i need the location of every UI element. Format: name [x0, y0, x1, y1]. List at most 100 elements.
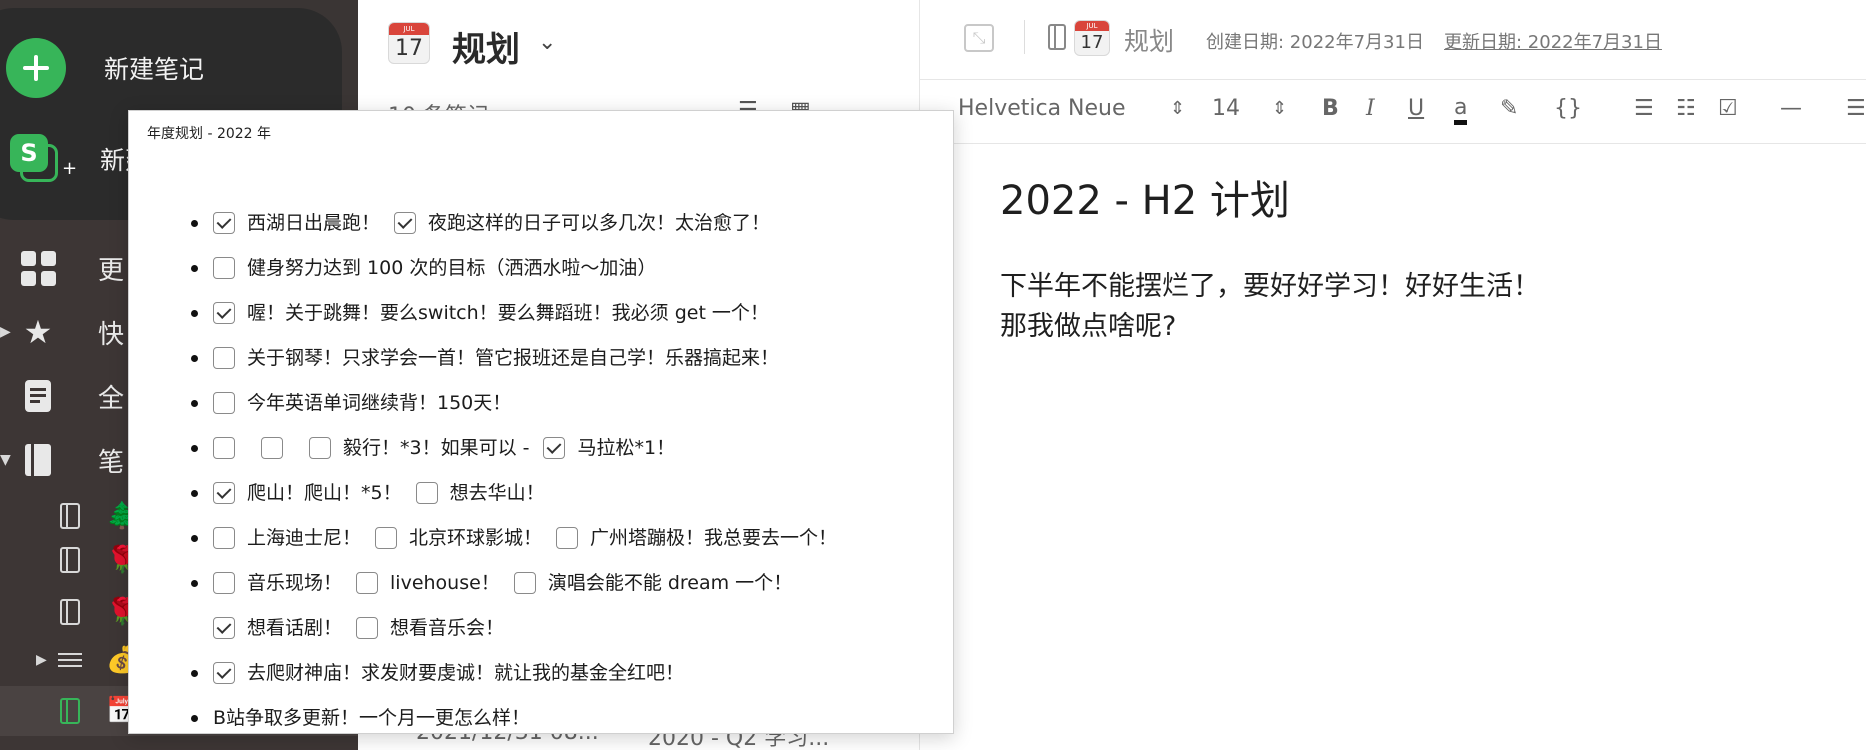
unchecked-checkbox[interactable] — [213, 437, 235, 459]
todo-segment: 今年英语单词继续背！150天！ — [213, 383, 511, 423]
bullet-list-icon[interactable]: ☰ — [1634, 96, 1654, 121]
bold-button[interactable]: B — [1322, 96, 1339, 121]
star-icon: ★ — [23, 313, 53, 351]
font-size-select[interactable]: 14 — [1212, 96, 1240, 121]
checked-checkbox[interactable] — [213, 617, 235, 639]
unchecked-checkbox[interactable] — [375, 527, 398, 549]
checked-checkbox[interactable] — [543, 437, 566, 459]
unchecked-checkbox[interactable] — [356, 572, 379, 594]
unchecked-checkbox[interactable] — [513, 572, 536, 594]
todo-text: 去爬财神庙！求发财要虔诚！就让我的基金全红吧！ — [247, 662, 685, 684]
notebook-icon — [60, 547, 80, 573]
unchecked-checkbox[interactable] — [213, 527, 235, 549]
todo-list: 西湖日出晨跑！ 夜跑这样的日子可以多几次！太治愈了！ 健身努力达到 100 次的目标… — [191, 203, 933, 733]
todo-item: 音乐现场！ livehouse！ 演唱会能不能 dream 一个！ 想看话剧！ 想看音乐… — [191, 563, 933, 653]
todo-segment: 想看话剧！ — [213, 608, 342, 648]
checked-checkbox[interactable] — [213, 662, 235, 684]
chevron-right-icon[interactable]: ▶ — [0, 324, 11, 340]
more-icon[interactable]: ☰ — [1846, 96, 1866, 121]
unchecked-checkbox[interactable] — [213, 392, 235, 414]
highlighter-icon[interactable]: ✎ — [1500, 96, 1518, 121]
popup-title: 年度规划 - 2022 年 — [147, 126, 272, 142]
notebook-title[interactable]: 规划 — [452, 22, 520, 71]
updated-date[interactable]: 更新日期: 2022年7月31日 — [1444, 28, 1662, 54]
divider-icon[interactable]: — — [1780, 96, 1802, 121]
checked-checkbox[interactable] — [213, 482, 235, 504]
todo-item: 关于钢琴！只求学会一首！管它报班还是自己学！乐器搞起来！ — [191, 338, 933, 383]
new-note-label: 新建笔记 — [104, 55, 205, 84]
todo-text: 毅行！*3！如果可以 - — [343, 437, 530, 459]
unchecked-checkbox[interactable] — [309, 437, 331, 459]
todo-text: 关于钢琴！只求学会一首！管它报班还是自己学！乐器搞起来！ — [247, 347, 780, 369]
new-sync-icon: S + — [10, 134, 77, 184]
unchecked-checkbox[interactable] — [213, 257, 235, 279]
todo-segment: 喔！关于跳舞！要么switch！要么舞蹈班！我必须 get 一个！ — [213, 293, 769, 333]
editor-header: ⤡ JUL 17 规划 创建日期: 2022年7月31日 更新日期: 2022年7… — [920, 0, 1866, 80]
unchecked-checkbox[interactable] — [213, 572, 235, 594]
todo-item: 今年英语单词继续背！150天！ — [191, 383, 933, 428]
todo-item: 上海迪士尼！ 北京环球影城！ 广州塔蹦极！我总要去一个！ — [191, 518, 933, 563]
code-button[interactable]: {} — [1554, 96, 1582, 121]
new-note-button[interactable]: 新建笔记 — [6, 38, 204, 98]
todo-text: 想看音乐会！ — [390, 617, 505, 639]
unchecked-checkbox[interactable] — [415, 482, 438, 504]
todo-text: 上海迪士尼！ — [247, 527, 362, 549]
created-date: 创建日期: 2022年7月31日 — [1206, 32, 1424, 53]
font-size-stepper-icon[interactable]: ⇕ — [1272, 98, 1287, 119]
font-family-stepper-icon[interactable]: ⇕ — [1170, 98, 1185, 119]
todo-item: 毅行！*3！如果可以 - 马拉松*1！ — [191, 428, 933, 473]
chevron-right-icon[interactable]: ▶ — [36, 652, 47, 668]
todo-item: 喔！关于跳舞！要么switch！要么舞蹈班！我必须 get 一个！ — [191, 293, 933, 338]
expand-icon[interactable]: ⤡ — [964, 24, 994, 52]
todo-text: 音乐现场！ — [247, 572, 343, 594]
todo-segment: B站争取多更新！一个月一更怎么样！ — [213, 698, 530, 733]
italic-button[interactable]: I — [1366, 96, 1375, 121]
todo-item: 去爬财神庙！求发财要虔诚！就让我的基金全红吧！ — [191, 653, 933, 698]
notebook-icon — [20, 442, 56, 478]
todo-segment: 广州塔蹦极！我总要去一个！ — [556, 518, 837, 558]
editor-panel: ⤡ JUL 17 规划 创建日期: 2022年7月31日 更新日期: 2022年7… — [920, 0, 1866, 750]
todo-segment: 马拉松*1！ — [543, 428, 675, 468]
note-title[interactable]: 2022 - H2 计划 — [1000, 168, 1290, 226]
todo-item: B站争取多更新！一个月一更怎么样！12更！不局限于技术方向，可以更日常！ — [191, 698, 933, 733]
stack-icon — [58, 649, 82, 671]
checklist-icon[interactable]: ☑ — [1718, 96, 1738, 121]
todo-text: 夜跑这样的日子可以多几次！太治愈了！ — [428, 212, 771, 234]
font-color-button[interactable]: a — [1454, 96, 1468, 125]
todo-text: 北京环球影城！ — [409, 527, 543, 549]
checked-checkbox[interactable] — [213, 212, 235, 234]
font-family-select[interactable]: Helvetica Neue — [958, 96, 1126, 121]
note-body-line[interactable]: 下半年不能摆烂了，要好好学习！好好生活！ — [1000, 264, 1540, 303]
unchecked-checkbox[interactable] — [556, 527, 579, 549]
todo-text: livehouse！ — [390, 572, 500, 594]
todo-item: 爬山！爬山！*5！ 想去华山！ — [191, 473, 933, 518]
checked-checkbox[interactable] — [213, 302, 235, 324]
todo-segment: 西湖日出晨跑！ — [213, 203, 380, 243]
todo-segment — [213, 437, 247, 459]
notebook-icon — [60, 599, 80, 625]
todo-text: 广州塔蹦极！我总要去一个！ — [590, 527, 838, 549]
chevron-down-icon[interactable]: ⌄ — [538, 30, 556, 55]
unchecked-checkbox[interactable] — [261, 437, 283, 459]
unchecked-checkbox[interactable] — [213, 347, 235, 369]
header-notebook-name[interactable]: 规划 — [1124, 22, 1174, 58]
unchecked-checkbox[interactable] — [356, 617, 379, 639]
sidebar-item-label: 笔 — [98, 447, 125, 478]
todo-item: 西湖日出晨跑！ 夜跑这样的日子可以多几次！太治愈了！ — [191, 203, 933, 248]
chevron-down-icon[interactable]: ▼ — [0, 452, 11, 468]
todo-segment: 上海迪士尼！ — [213, 518, 361, 558]
todo-segment: 去爬财神庙！求发财要虔诚！就让我的基金全红吧！ — [213, 653, 684, 693]
todo-segment: 夜跑这样的日子可以多几次！太治愈了！ — [394, 203, 770, 243]
todo-text: 演唱会能不能 dream 一个！ — [547, 572, 793, 594]
todo-text: 健身努力达到 100 次的目标（洒洒水啦～加油） — [247, 257, 657, 279]
underline-button[interactable]: U — [1408, 96, 1424, 121]
notebook-icon — [60, 698, 80, 724]
todo-segment: 演唱会能不能 dream 一个！ — [513, 563, 793, 603]
checked-checkbox[interactable] — [394, 212, 417, 234]
divider — [1024, 20, 1025, 54]
numbered-list-icon[interactable]: ☷ — [1676, 96, 1696, 121]
todo-segment — [261, 437, 295, 459]
todo-text: 喔！关于跳舞！要么switch！要么舞蹈班！我必须 get 一个！ — [247, 302, 769, 324]
note-body-line[interactable]: 那我做点啥呢? — [1000, 304, 1176, 343]
todo-segment: 想看音乐会！ — [356, 608, 504, 648]
